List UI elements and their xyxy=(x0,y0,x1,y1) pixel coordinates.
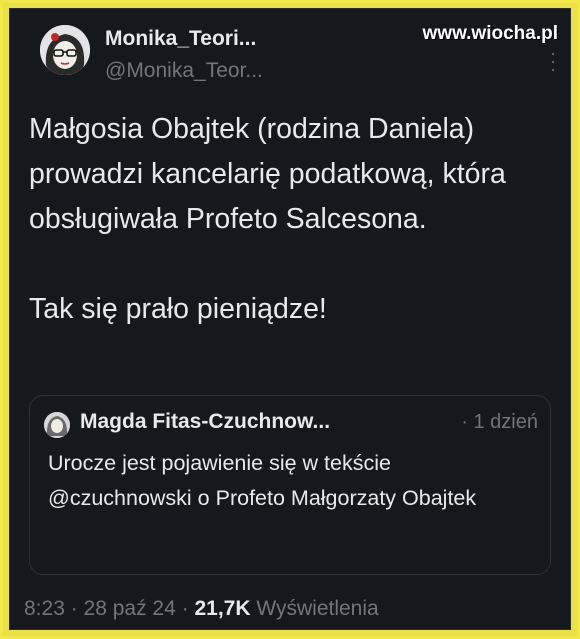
author-avatar[interactable] xyxy=(40,25,90,75)
tweet-card: Monika_Teori... @Monika_Teor... www.wioc… xyxy=(9,8,571,630)
quoted-avatar xyxy=(44,412,70,438)
tweet-text: Małgosia Obajtek (rodzina Daniela) prowa… xyxy=(29,107,549,332)
tweet-paragraph: Małgosia Obajtek (rodzina Daniela) prowa… xyxy=(29,113,506,235)
yellow-frame: Monika_Teori... @Monika_Teor... www.wioc… xyxy=(3,3,577,636)
tweet-time[interactable]: 8:23 xyxy=(24,597,65,620)
quoted-text: Urocze jest pojawienie się w tekście @cz… xyxy=(48,451,477,510)
quoted-avatar-icon xyxy=(44,412,70,438)
profile-avatar-icon xyxy=(40,25,90,75)
author-handle[interactable]: @Monika_Teor... xyxy=(105,59,263,83)
more-options-icon[interactable]: · · · xyxy=(550,44,556,78)
quoted-tweet[interactable]: Magda Fitas-Czuchnow... · 1 dzień Urocze… xyxy=(29,395,551,575)
views-label: Wyświetlenia xyxy=(250,597,379,620)
quoted-author-name[interactable]: Magda Fitas-Czuchnow... xyxy=(80,410,330,434)
author-display-name[interactable]: Monika_Teori... xyxy=(105,27,256,51)
tweet-date[interactable]: 28 paź 24 xyxy=(84,597,176,620)
tweet-meta: 8:23 · 28 paź 24 · 21,7K Wyświetlenia xyxy=(24,597,379,621)
separator: · xyxy=(175,597,195,620)
quoted-timestamp: · 1 dzień xyxy=(461,411,538,433)
views-count: 21,7K xyxy=(194,597,251,620)
separator: · xyxy=(64,597,84,620)
watermark: www.wiocha.pl xyxy=(422,23,558,44)
tweet-paragraph: Tak się prało pieniądze! xyxy=(29,293,327,325)
